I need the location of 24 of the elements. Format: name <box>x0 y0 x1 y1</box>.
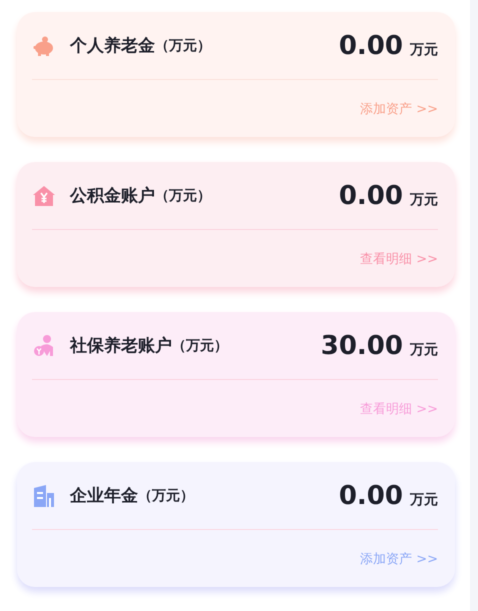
unit-label: （万元） <box>155 36 211 54</box>
amount-unit: 万元 <box>410 190 438 208</box>
unit-label: （万元） <box>138 486 194 504</box>
unit-label: （万元） <box>172 336 228 354</box>
card-link[interactable]: 查看明细 >> <box>360 400 438 418</box>
house-yen-icon <box>32 184 56 208</box>
account-title: 公积金账户 <box>70 185 155 207</box>
card-link[interactable]: 查看明细 >> <box>360 250 438 268</box>
amount: 30.00 <box>320 330 403 360</box>
amount: 0.00 <box>338 180 403 210</box>
card-link[interactable]: 添加资产 >> <box>360 100 438 118</box>
amount-unit: 万元 <box>410 490 438 508</box>
unit-label: （万元） <box>155 186 211 204</box>
account-title: 企业年金 <box>70 485 138 507</box>
amount-unit: 万元 <box>410 340 438 358</box>
account-title: 个人养老金 <box>70 35 155 57</box>
amount: 0.00 <box>338 30 403 60</box>
card-link[interactable]: 添加资产 >> <box>360 550 438 568</box>
amount: 0.00 <box>338 480 403 510</box>
amount-unit: 万元 <box>410 40 438 58</box>
building-icon <box>32 484 56 508</box>
account-title: 社保养老账户 <box>70 335 172 357</box>
person-coin-icon <box>32 334 56 358</box>
piggy-bank-icon <box>32 34 56 58</box>
